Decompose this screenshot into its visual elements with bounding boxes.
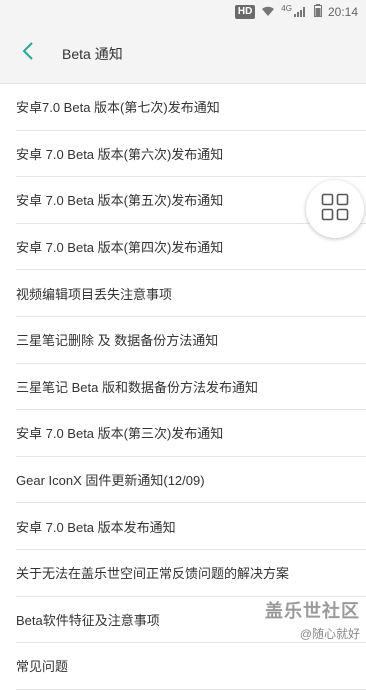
- list-item[interactable]: 安卓 7.0 Beta 版本发布通知: [16, 503, 366, 550]
- hd-badge: HD: [234, 5, 256, 19]
- battery-icon: [313, 4, 322, 20]
- watermark-subtitle: @随心就好: [299, 627, 360, 641]
- watermark: 盖乐世社区 @随心就好: [265, 597, 360, 642]
- list-item[interactable]: 关于无法在盖乐世空间正常反馈问题的解决方案: [16, 550, 366, 597]
- network-label: 4G: [281, 3, 292, 13]
- list-item[interactable]: 三星笔记删除 及 数据备份方法通知: [16, 317, 366, 364]
- signal-icon: [293, 5, 308, 20]
- grid-icon: [321, 193, 349, 226]
- app-header: Beta 通知: [0, 24, 366, 84]
- wifi-icon: [261, 5, 275, 20]
- page-title: Beta 通知: [62, 45, 123, 62]
- list-item[interactable]: 安卓 7.0 Beta 版本(第四次)发布通知: [16, 224, 366, 271]
- list-item[interactable]: 视频编辑项目丢失注意事项: [16, 270, 366, 317]
- grid-menu-button[interactable]: [306, 180, 364, 238]
- list-item[interactable]: 安卓 7.0 Beta 版本(第三次)发布通知: [16, 410, 366, 457]
- chevron-left-icon: [22, 41, 34, 66]
- list-item[interactable]: Gear IconX 固件更新通知(12/09): [16, 457, 366, 504]
- list-item[interactable]: 安卓 7.0 Beta 版本(第六次)发布通知: [16, 131, 366, 178]
- list-item[interactable]: 常见问题: [16, 643, 366, 690]
- status-time: 20:14: [327, 5, 358, 19]
- list-item[interactable]: 安卓7.0 Beta 版本(第七次)发布通知: [16, 84, 366, 131]
- back-button[interactable]: [0, 24, 56, 84]
- list-item[interactable]: 三星笔记 Beta 版和数据备份方法发布通知: [16, 364, 366, 411]
- status-bar: HD 4G 20:14: [0, 0, 366, 24]
- watermark-title: 盖乐世社区: [265, 601, 360, 621]
